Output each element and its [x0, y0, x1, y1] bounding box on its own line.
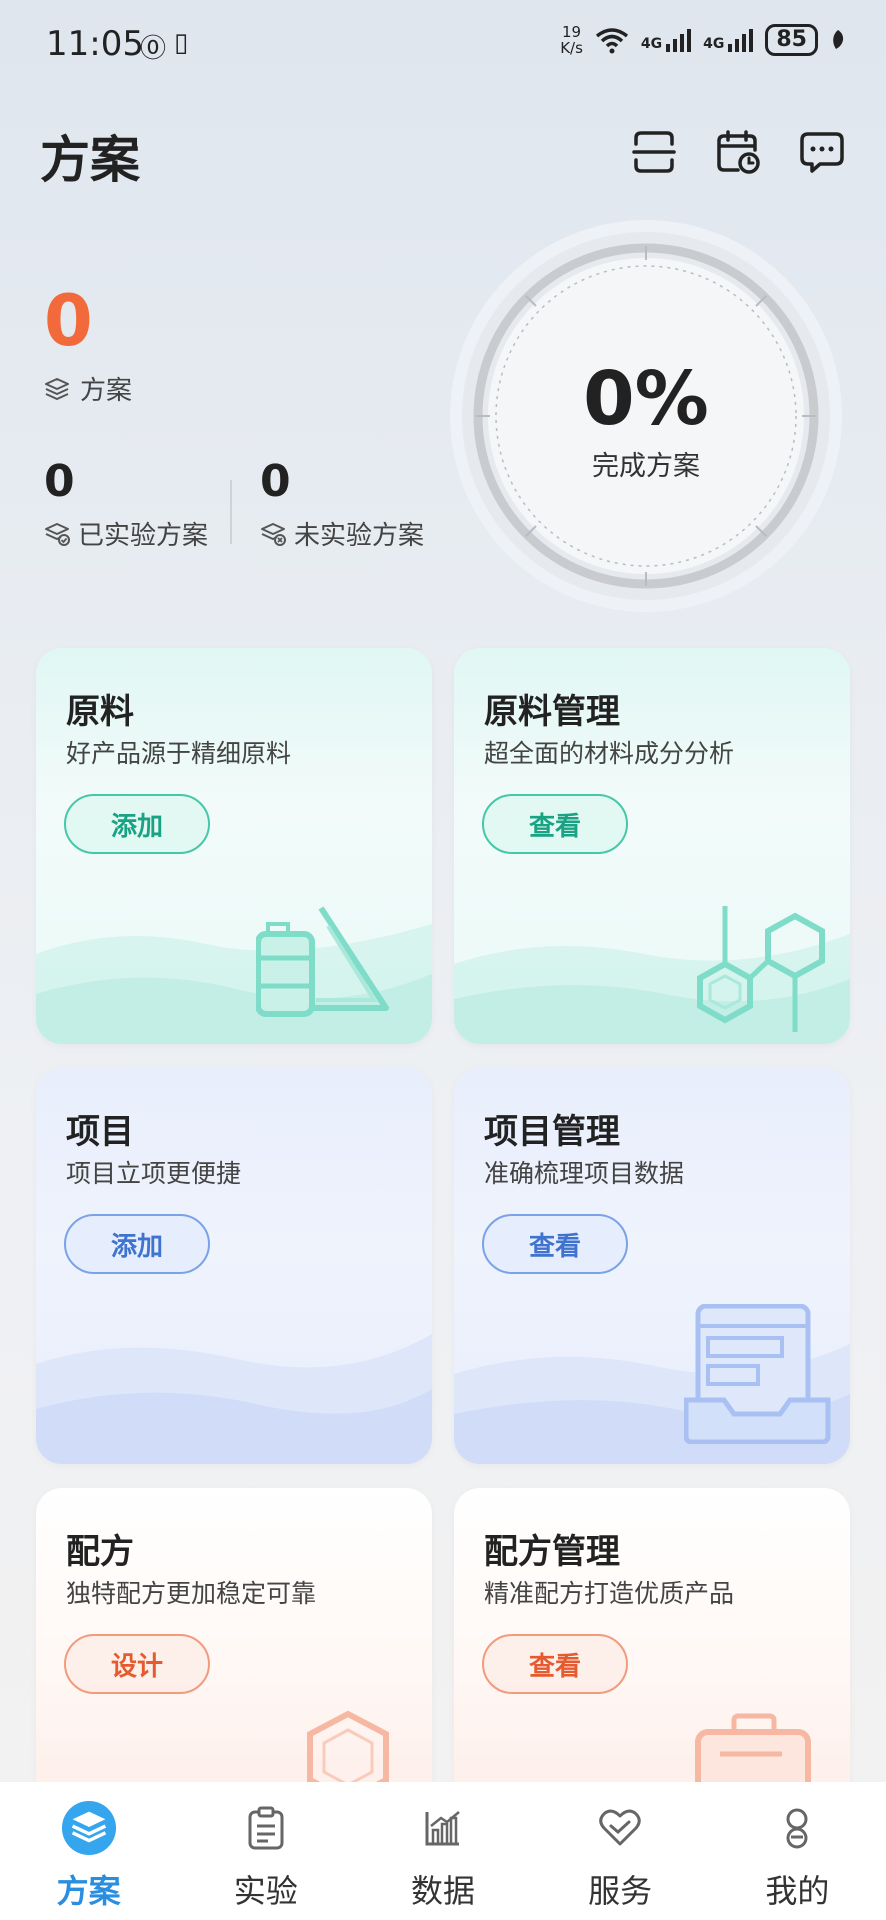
signal-bars-icon — [728, 29, 754, 52]
tab-data[interactable]: 数据 — [363, 1800, 523, 1912]
card-project-management[interactable]: 项目管理 准确梳理项目数据 查看 — [454, 1068, 850, 1464]
card-title: 项目管理 — [484, 1112, 620, 1152]
tab-mine[interactable]: 我的 — [717, 1800, 877, 1912]
briefcase-icon — [695, 1713, 811, 1792]
tested-plans-text: 已实验方案 — [78, 521, 209, 551]
signal-2: 4G — [703, 28, 754, 52]
page-title: 方案 — [40, 131, 140, 189]
net-speed: 19 K/s — [560, 24, 583, 56]
untested-plans-text: 未实验方案 — [294, 521, 425, 551]
chart-icon — [415, 1800, 471, 1856]
card-wave-bg — [36, 1334, 432, 1464]
stats-divider — [230, 480, 232, 544]
clipboard-icon — [238, 1800, 294, 1856]
tab-service[interactable]: 服务 — [540, 1800, 700, 1912]
card-title: 原料管理 — [484, 692, 620, 732]
wifi-icon — [595, 28, 628, 54]
signal-1-label: 4G — [640, 36, 663, 52]
card-raw-material[interactable]: 原料 好产品源于精细原料 添加 — [36, 648, 432, 1044]
user-icon — [769, 1800, 825, 1856]
tab-label: 服务 — [588, 1872, 653, 1910]
card-subtitle: 准确梳理项目数据 — [484, 1159, 685, 1188]
signal-bars-icon — [666, 29, 692, 52]
barrel-flask-icon — [256, 906, 389, 1017]
total-plans-value: 0 — [44, 280, 93, 362]
signal-2-label: 4G — [703, 36, 725, 52]
status-bar: 11:05 ⓪ ▯ 19 K/s 4G 4G 85 — [0, 0, 886, 90]
signal-1: 4G — [640, 28, 692, 52]
tab-label: 方案 — [56, 1872, 121, 1910]
card-subtitle: 精准配方打造优质产品 — [484, 1579, 735, 1608]
card-title: 原料 — [66, 692, 134, 732]
tested-plans-label: 已实验方案 — [44, 515, 208, 552]
card-title: 配方管理 — [484, 1532, 620, 1572]
total-plans-label: 方案 — [44, 370, 132, 407]
tab-label: 数据 — [410, 1872, 475, 1910]
card-subtitle: 项目立项更便捷 — [66, 1159, 242, 1188]
status-time: 11:05 — [46, 24, 144, 64]
untested-plans-label: 未实验方案 — [260, 515, 424, 552]
document-tray-icon — [684, 1304, 831, 1444]
tab-label: 实验 — [233, 1872, 298, 1910]
total-plans-text: 方案 — [80, 376, 133, 406]
card-subtitle: 超全面的材料成分分析 — [484, 739, 735, 768]
add-project-button[interactable]: 添加 — [64, 1214, 210, 1274]
tab-plan[interactable]: 方案 — [9, 1800, 169, 1912]
layers-icon — [45, 377, 69, 400]
message-icon[interactable] — [798, 128, 846, 176]
completion-percent: 0% — [583, 356, 709, 442]
status-left-icons: ⓪ ▯ — [140, 28, 188, 65]
view-raw-material-button[interactable]: 查看 — [482, 794, 628, 854]
calendar-clock-icon[interactable] — [714, 128, 762, 176]
layers-x-icon — [261, 522, 286, 546]
net-speed-unit: K/s — [560, 39, 583, 57]
card-project[interactable]: 项目 项目立项更便捷 添加 — [36, 1068, 432, 1464]
untested-plans-value: 0 — [260, 456, 291, 507]
view-project-button[interactable]: 查看 — [482, 1214, 628, 1274]
tab-experiment[interactable]: 实验 — [186, 1800, 346, 1912]
hd-call-icon: ⓪ — [140, 34, 167, 64]
card-raw-material-management[interactable]: 原料管理 超全面的材料成分分析 查看 — [454, 648, 850, 1044]
vibrate-icon: ▯ — [174, 28, 189, 58]
untested-plans: 0 未实验方案 — [260, 456, 424, 552]
handshake-heart-icon — [592, 1800, 648, 1856]
status-right: 19 K/s 4G 4G 85 — [560, 24, 846, 56]
card-title: 项目 — [66, 1112, 134, 1152]
add-raw-material-button[interactable]: 添加 — [64, 794, 210, 854]
card-subtitle: 好产品源于精细原料 — [66, 739, 292, 768]
card-title: 配方 — [66, 1532, 134, 1572]
layers-icon — [61, 1800, 117, 1856]
tested-plans-value: 0 — [44, 456, 75, 507]
card-subtitle: 独特配方更加稳定可靠 — [66, 1579, 317, 1608]
tab-label: 我的 — [765, 1872, 830, 1910]
tested-plans: 0 已实验方案 — [44, 456, 208, 552]
view-formula-button[interactable]: 查看 — [482, 1634, 628, 1694]
design-formula-button[interactable]: 设计 — [64, 1634, 210, 1694]
hexagon-icon — [307, 1710, 389, 1790]
net-speed-value: 19 — [562, 23, 582, 41]
scan-icon[interactable] — [630, 128, 678, 176]
battery-indicator: 85 — [765, 24, 818, 56]
completion-label: 完成方案 — [592, 451, 700, 482]
molecule-icon — [697, 906, 825, 1032]
leaf-icon — [833, 30, 844, 49]
bottom-tab-bar: 方案 实验 数据 服务 我的 — [0, 1782, 886, 1920]
header-actions — [630, 128, 846, 176]
layers-check-icon — [45, 522, 70, 546]
